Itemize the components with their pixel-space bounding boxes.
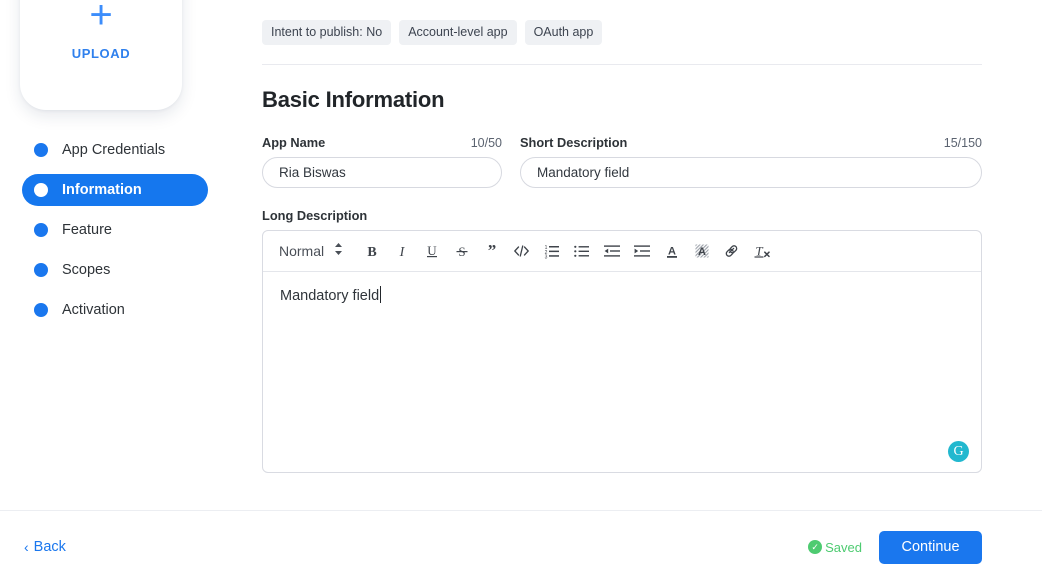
app-name-field-group: App Name 10/50 [262,135,502,188]
long-description-block: Long Description Normal B I U S ” 1 2 3 … [262,208,982,473]
blockquote-icon[interactable]: ” [478,238,505,265]
editor-toolbar: Normal B I U S ” 1 2 3 A A T [263,231,981,272]
check-circle-icon: ✓ [808,540,823,554]
short-description-label: Short Description [520,135,628,150]
sidebar-item-label: Scopes [62,262,111,278]
sidebar-item-scopes[interactable]: Scopes [22,254,208,286]
main-content: Intent to publish: No Account-level app … [262,0,982,473]
svg-text:”: ” [487,243,496,259]
sidebar-nav: App Credentials Information Feature Scop… [22,134,208,334]
svg-text:A: A [698,246,706,258]
step-dot-icon [34,223,48,237]
app-page: + UPLOAD App Credentials Information Fea… [0,0,1042,583]
format-select-value: Normal [279,243,325,259]
chevron-left-icon: ‹ [24,539,29,555]
status-chip-group: Intent to publish: No Account-level app … [262,0,982,45]
grammarly-icon[interactable]: G [948,441,969,462]
app-name-field-head: App Name 10/50 [262,135,502,150]
status-badge-intent-to-publish: Intent to publish: No [262,20,392,45]
link-icon[interactable] [718,238,745,265]
back-button[interactable]: ‹ Back [24,539,66,555]
strikethrough-icon[interactable]: S [448,238,475,265]
sidebar-item-label: App Credentials [62,142,166,158]
ordered-list-icon[interactable]: 1 2 3 [538,238,565,265]
continue-button[interactable]: Continue [879,530,982,564]
long-description-label: Long Description [262,208,368,223]
font-color-icon[interactable]: A [658,238,685,265]
highlight-icon[interactable]: A [688,238,715,265]
step-dot-icon [34,263,48,277]
chevron-updown-icon [334,242,343,261]
step-dot-icon [34,143,48,157]
svg-text:T: T [755,244,763,259]
app-name-input[interactable] [262,157,502,188]
svg-text:U: U [427,243,437,258]
sidebar-item-information[interactable]: Information [22,174,208,206]
format-select[interactable]: Normal [275,242,349,261]
short-description-input[interactable] [520,157,982,188]
back-label: Back [33,539,66,555]
bold-icon[interactable]: B [358,238,385,265]
step-dot-icon [34,183,48,197]
indent-icon[interactable] [628,238,655,265]
footer-bar: ‹ Back ✓ Saved Continue [0,511,1042,583]
app-name-counter: 10/50 [470,136,502,150]
text-caret [380,286,382,303]
short-description-field-group: Short Description 15/150 [520,135,982,188]
svg-text:B: B [367,245,376,259]
code-icon[interactable] [508,238,535,265]
sidebar-item-label: Feature [62,222,112,238]
rich-text-editor: Normal B I U S ” 1 2 3 A A T Mandatory f… [262,230,982,473]
plus-icon: + [89,0,113,37]
short-description-counter: 15/150 [943,136,982,150]
short-description-field-head: Short Description 15/150 [520,135,982,150]
sidebar-item-app-credentials[interactable]: App Credentials [22,134,208,166]
sidebar-item-label: Activation [62,302,125,318]
sidebar-item-label: Information [62,182,142,198]
page-title: Basic Information [262,87,445,112]
bullet-list-icon[interactable] [568,238,595,265]
sidebar-item-feature[interactable]: Feature [22,214,208,246]
outdent-icon[interactable] [598,238,625,265]
sidebar-item-activation[interactable]: Activation [22,294,208,326]
italic-icon[interactable]: I [388,238,415,265]
upload-label: UPLOAD [71,46,131,61]
editor-text: Mandatory field [280,288,380,304]
step-dot-icon [34,303,48,317]
svg-text:A: A [668,246,676,258]
app-name-label: App Name [262,135,326,150]
basic-information-fields: App Name 10/50 Short Description 15/150 [262,135,982,188]
status-badge-account-level-app: Account-level app [399,20,517,45]
saved-label: Saved [825,539,862,555]
sidebar: + UPLOAD App Credentials Information Fea… [0,0,232,510]
status-badge-oauth-app: OAuth app [524,20,603,45]
editor-body[interactable]: Mandatory field G [263,272,981,472]
saved-status: ✓ Saved [808,540,862,555]
clear-format-icon[interactable]: T [748,238,775,265]
svg-text:3: 3 [545,255,548,260]
header-divider [262,64,982,65]
svg-text:I: I [398,245,405,259]
upload-card[interactable]: + UPLOAD [20,0,182,110]
underline-icon[interactable]: U [418,238,445,265]
